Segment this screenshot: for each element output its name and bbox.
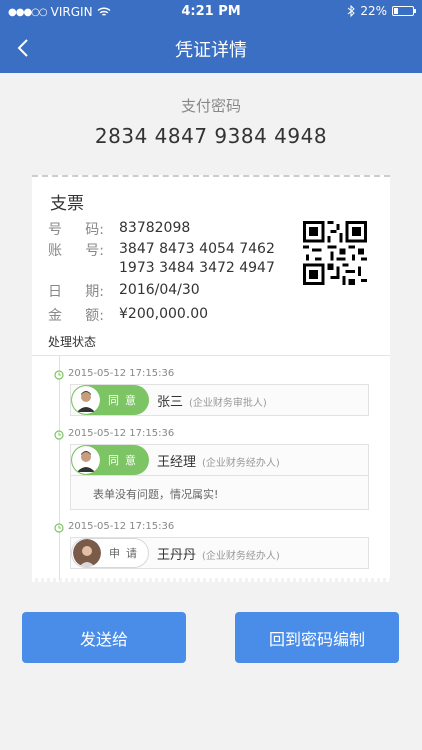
- qr-code-icon: [303, 221, 367, 285]
- entry-time: 2015-05-12 17:15:36: [68, 428, 175, 439]
- entry-time: 2015-05-12 17:15:36: [68, 368, 175, 379]
- divider: [32, 355, 390, 356]
- back-to-password-button[interactable]: 回到密码编制: [235, 612, 399, 663]
- entry-time: 2015-05-12 17:15:36: [68, 521, 175, 532]
- number-label: 号码:: [48, 222, 104, 238]
- timeline-line: [59, 356, 60, 580]
- entry-person: 张三 (企业财务审批人): [157, 395, 267, 410]
- amount-label: 金额:: [48, 308, 104, 324]
- action-label: 申请: [109, 547, 143, 560]
- entry-comment: 表单没有问题，情况属实!: [70, 476, 369, 510]
- bluetooth-icon: [348, 5, 356, 17]
- avatar: [72, 386, 100, 414]
- amount-value: ¥200,000.00: [119, 306, 209, 322]
- header: ●●●○○ VIRGIN 4:21 PM 22% 凭证详情: [0, 0, 422, 73]
- entry-box: 同意 张三 (企业财务审批人): [70, 384, 369, 416]
- clock-icon: [54, 430, 64, 440]
- apply-badge: 申请: [71, 538, 149, 568]
- clock-icon: [54, 370, 64, 380]
- entry-person: 王丹丹 (企业财务经办人): [157, 548, 280, 563]
- account-label: 账号:: [48, 243, 104, 259]
- clock-icon: [54, 523, 64, 533]
- date-label: 日期:: [48, 284, 104, 300]
- status-right: 22%: [347, 4, 416, 18]
- account-value: 3847 8473 4054 7462 1973 3484 3472 4947: [119, 240, 275, 278]
- date-value: 2016/04/30: [119, 282, 200, 298]
- approve-badge: 同意: [71, 445, 149, 475]
- page-title: 凭证详情: [175, 40, 247, 61]
- password-label: 支付密码: [180, 97, 241, 115]
- entry-box: 同意 王经理 (企业财务经办人): [70, 444, 369, 476]
- action-label: 同意: [108, 454, 142, 467]
- number-value: 83782098: [119, 220, 191, 236]
- password-value: 2834 4847 9384 4948: [94, 124, 328, 148]
- process-title: 处理状态: [48, 335, 97, 349]
- status-bar: ●●●○○ VIRGIN 4:21 PM 22%: [0, 0, 422, 24]
- voucher-title: 支票: [50, 194, 84, 214]
- avatar: [73, 539, 101, 567]
- approve-badge: 同意: [71, 385, 149, 415]
- battery-percent: 22%: [360, 4, 387, 18]
- account-line-2: 1973 3484 3472 4947: [119, 260, 275, 276]
- avatar: [72, 446, 100, 474]
- entry-person: 王经理 (企业财务经办人): [157, 455, 280, 470]
- voucher-card: 支票 号码: 83782098 账号: 3847 8473 4054 7462 …: [32, 175, 390, 582]
- entry-box: 申请 王丹丹 (企业财务经办人): [70, 537, 369, 569]
- account-line-1: 3847 8473 4054 7462: [119, 241, 275, 257]
- send-button[interactable]: 发送给: [22, 612, 186, 663]
- action-label: 同意: [108, 394, 142, 407]
- battery-icon: [392, 6, 416, 16]
